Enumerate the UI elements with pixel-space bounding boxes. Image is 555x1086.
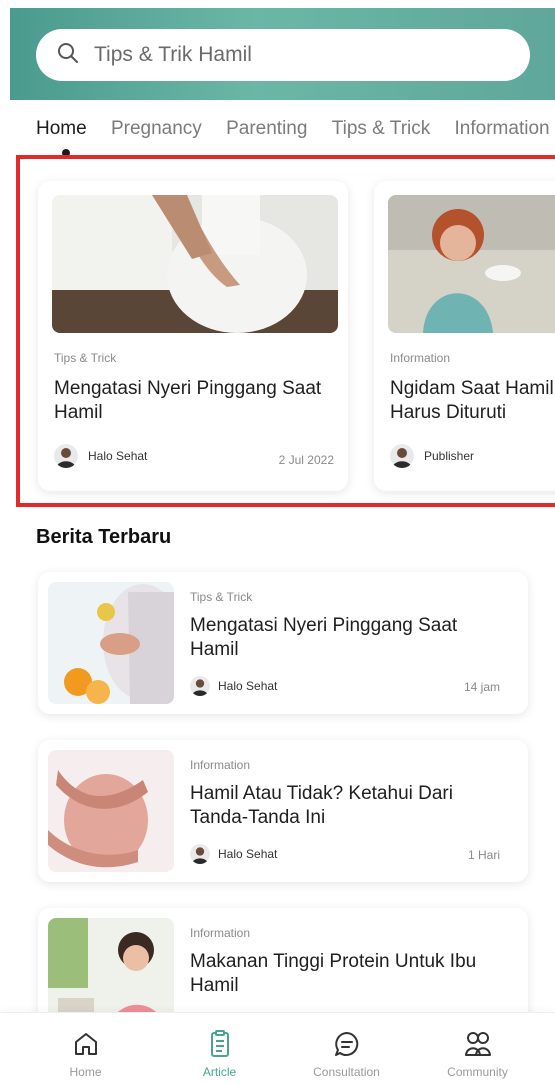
- news-thumbnail: [48, 750, 174, 872]
- bottom-navigation: Home Article Consultation Community: [0, 1012, 555, 1086]
- search-input[interactable]: Tips & Trik Hamil: [94, 43, 252, 67]
- news-title[interactable]: Mengatasi Nyeri Pinggang Saat Hamil: [190, 614, 510, 662]
- news-thumbnail: [48, 582, 174, 704]
- search-bar[interactable]: Tips & Trik Hamil: [36, 29, 530, 81]
- tab-pregnancy[interactable]: Pregnancy: [111, 118, 202, 140]
- avatar: [190, 676, 210, 696]
- news-author: Halo Sehat: [190, 676, 277, 696]
- news-category: Tips & Trick: [190, 590, 253, 604]
- tab-parenting[interactable]: Parenting: [226, 118, 307, 140]
- news-card[interactable]: Information Hamil Atau Tidak? Ketahui Da…: [38, 740, 528, 882]
- author-name: Halo Sehat: [218, 847, 278, 861]
- featured-date: 2 Jul 2022: [278, 453, 334, 467]
- nav-label: Community: [447, 1065, 508, 1079]
- news-card[interactable]: Tips & Trick Mengatasi Nyeri Pinggang Sa…: [38, 572, 528, 714]
- nav-consultation[interactable]: Consultation: [291, 1013, 402, 1086]
- section-heading: Berita Terbaru: [36, 526, 172, 548]
- nav-label: Consultation: [313, 1065, 380, 1079]
- author-name: Halo Sehat: [88, 449, 148, 463]
- avatar: [54, 444, 78, 468]
- featured-author: Publisher: [390, 444, 474, 468]
- featured-card[interactable]: Information Ngidam Saat Hamil, Apakah Ha…: [374, 181, 555, 491]
- news-title[interactable]: Hamil Atau Tidak? Ketahui Dari Tanda-Tan…: [190, 782, 510, 830]
- tab-information[interactable]: Information: [455, 118, 550, 140]
- category-tabs: Home Pregnancy Parenting Tips & Trick In…: [36, 118, 555, 140]
- featured-title[interactable]: Mengatasi Nyeri Pinggang Saat Hamil: [54, 377, 334, 425]
- featured-category: Information: [390, 351, 451, 365]
- news-category: Information: [190, 926, 251, 940]
- tab-home[interactable]: Home: [36, 118, 87, 140]
- featured-category: Tips & Trick: [54, 351, 117, 365]
- nav-community[interactable]: Community: [422, 1013, 533, 1086]
- nav-label: Home: [69, 1065, 102, 1079]
- news-time: 1 Hari: [467, 848, 500, 862]
- featured-author: Halo Sehat: [54, 444, 147, 468]
- featured-card[interactable]: Tips & Trick Mengatasi Nyeri Pinggang Sa…: [38, 181, 348, 491]
- author-name: Publisher: [424, 449, 475, 463]
- avatar: [190, 844, 210, 864]
- nav-label: Article: [202, 1065, 237, 1079]
- news-category: Information: [190, 758, 251, 772]
- app-screen: Tips & Trik Hamil Home Pregnancy Parenti…: [0, 0, 555, 1086]
- author-name: Halo Sehat: [218, 679, 278, 693]
- tab-tips-trick[interactable]: Tips & Trick: [332, 118, 431, 140]
- featured-carousel[interactable]: Tips & Trick Mengatasi Nyeri Pinggang Sa…: [16, 155, 555, 507]
- nav-home[interactable]: Home: [30, 1013, 141, 1086]
- news-author: Halo Sehat: [190, 844, 277, 864]
- news-time: 14 jam: [463, 680, 500, 694]
- featured-image: [52, 195, 338, 333]
- nav-article[interactable]: Article: [164, 1013, 275, 1086]
- search-icon: [56, 41, 80, 70]
- news-title[interactable]: Makanan Tinggi Protein Untuk Ibu Hamil: [190, 950, 510, 998]
- featured-title[interactable]: Ngidam Saat Hamil, Apakah Harus Dituruti: [390, 377, 555, 425]
- app-header: Tips & Trik Hamil: [10, 8, 555, 100]
- avatar: [390, 444, 414, 468]
- featured-image: [388, 195, 555, 333]
